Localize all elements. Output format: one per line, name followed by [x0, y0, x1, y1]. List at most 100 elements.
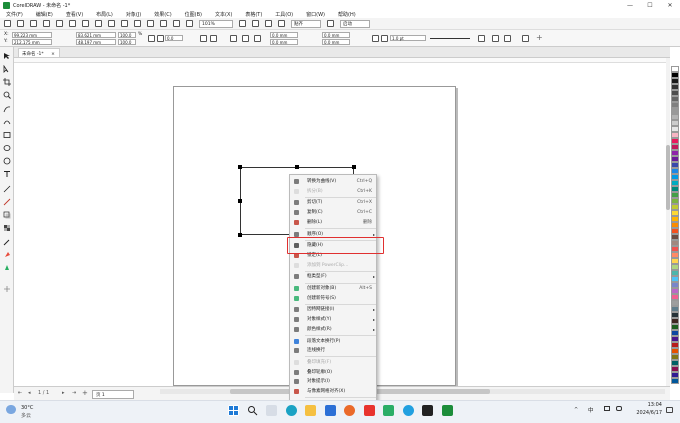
rectangle-tool-icon[interactable]: [3, 131, 11, 139]
network-icon[interactable]: [604, 406, 610, 411]
menu-file[interactable]: 文件(F): [6, 11, 23, 18]
export-icon[interactable]: [173, 20, 180, 27]
palette-swatch[interactable]: [671, 234, 679, 240]
palette-swatch[interactable]: [671, 228, 679, 234]
context-menu-item[interactable]: 与像素网格对齐(X): [290, 387, 376, 396]
palette-swatch[interactable]: [671, 360, 679, 366]
options-gear-icon[interactable]: [327, 20, 334, 27]
round-corner-icon[interactable]: [230, 35, 237, 42]
palette-swatch[interactable]: [671, 102, 679, 108]
page-nav-last-icon[interactable]: ⇥: [72, 390, 76, 396]
menu-layout[interactable]: 布局(L): [96, 11, 113, 18]
volume-icon[interactable]: [616, 406, 622, 411]
pick-tool-icon[interactable]: [3, 52, 11, 60]
palette-swatch[interactable]: [671, 66, 679, 72]
context-menu-item[interactable]: 叠印轮廓(O): [290, 368, 376, 377]
paste-icon[interactable]: [108, 20, 115, 27]
file-explorer-icon[interactable]: [305, 405, 316, 416]
page-tab[interactable]: 页 1: [92, 390, 134, 399]
weather-cloud-icon[interactable]: [6, 405, 16, 414]
palette-swatch[interactable]: [671, 108, 679, 114]
palette-swatch[interactable]: [671, 222, 679, 228]
clock-time[interactable]: 13:04: [626, 402, 662, 408]
menu-view[interactable]: 查看(V): [66, 11, 83, 18]
shape-tool-icon[interactable]: [3, 64, 11, 73]
context-menu-item[interactable]: 创建新对象(B) Alt+S: [290, 284, 376, 293]
close-button[interactable]: ✕: [660, 2, 680, 9]
context-menu-item[interactable]: 因特网链接(I) ▸: [290, 305, 376, 314]
add-icon[interactable]: +: [536, 33, 543, 42]
palette-swatch[interactable]: [671, 270, 679, 276]
coreldraw-taskbar-icon[interactable]: [442, 405, 453, 416]
menu-table[interactable]: 表格(T): [245, 11, 262, 18]
context-menu-item[interactable]: 创建新符号(S): [290, 294, 376, 303]
freehand-tool-icon[interactable]: [3, 105, 11, 113]
interactive-fill-icon[interactable]: [3, 251, 11, 259]
launch-select[interactable]: 启动: [340, 19, 370, 28]
palette-swatch[interactable]: [671, 150, 679, 156]
palette-swatch[interactable]: [671, 198, 679, 204]
open-folder-icon[interactable]: [17, 20, 24, 27]
full-screen-icon[interactable]: [239, 20, 246, 27]
store-icon[interactable]: [325, 405, 336, 416]
palette-swatch[interactable]: [671, 258, 679, 264]
context-menu-item[interactable]: 复制(C) Ctrl+C: [290, 208, 376, 217]
outline-width-select[interactable]: 1.0 pt: [390, 35, 426, 41]
pdf-export-icon[interactable]: [186, 20, 193, 27]
outline-pen-icon[interactable]: [381, 35, 388, 42]
palette-swatch[interactable]: [671, 318, 679, 324]
media-player-icon[interactable]: [403, 405, 414, 416]
palette-swatch[interactable]: [671, 162, 679, 168]
resize-handle-tl[interactable]: [238, 165, 242, 169]
wps-icon[interactable]: [364, 405, 375, 416]
width-field[interactable]: 83.621 mm: [76, 32, 116, 38]
guidelines-icon[interactable]: [278, 20, 285, 27]
new-document-icon[interactable]: [4, 20, 11, 27]
resize-handle-t[interactable]: [295, 165, 299, 169]
context-menu-item[interactable]: 对象提示(I): [290, 377, 376, 386]
input-language[interactable]: 中: [588, 406, 594, 414]
palette-swatch[interactable]: [671, 372, 679, 378]
menu-window[interactable]: 窗口(W): [306, 11, 325, 18]
firefox-icon[interactable]: [344, 405, 355, 416]
snap-to-select[interactable]: 贴齐: [291, 19, 321, 28]
drop-shadow-icon[interactable]: [3, 211, 11, 219]
scale-height-field[interactable]: 100.0: [118, 39, 136, 45]
palette-swatch[interactable]: [671, 252, 679, 258]
palette-swatch[interactable]: [671, 156, 679, 162]
palette-swatch[interactable]: [671, 306, 679, 312]
menu-help[interactable]: 帮助(H): [338, 11, 356, 18]
resize-handle-bl[interactable]: [238, 233, 242, 237]
page-nav-first-icon[interactable]: ⇤: [18, 390, 22, 396]
connector-tool-icon[interactable]: [3, 198, 11, 206]
palette-swatch[interactable]: [671, 300, 679, 306]
palette-swatch[interactable]: [671, 288, 679, 294]
menu-text[interactable]: 文本(X): [215, 11, 232, 18]
palette-swatch[interactable]: [671, 354, 679, 360]
palette-swatch[interactable]: [671, 168, 679, 174]
palette-swatch[interactable]: [671, 84, 679, 90]
mirror-vertical-icon[interactable]: [210, 35, 217, 42]
zoom-level-select[interactable]: 101%: [199, 19, 233, 28]
wrap-text-icon[interactable]: [372, 35, 379, 42]
cloud-download-icon[interactable]: [56, 20, 63, 27]
obs-icon[interactable]: [422, 405, 433, 416]
rotation-angle-field[interactable]: 0.0: [165, 35, 183, 41]
palette-swatch[interactable]: [671, 324, 679, 330]
palette-swatch[interactable]: [671, 204, 679, 210]
rulers-icon[interactable]: [252, 20, 259, 27]
add-tool-icon[interactable]: [3, 285, 11, 293]
task-view-icon[interactable]: [266, 405, 277, 416]
y-position-field[interactable]: 212.175 mm: [12, 39, 52, 45]
eyedropper-icon[interactable]: [3, 238, 11, 246]
resize-handle-l[interactable]: [238, 199, 242, 203]
palette-swatch[interactable]: [671, 120, 679, 126]
palette-swatch[interactable]: [671, 96, 679, 102]
palette-swatch[interactable]: [671, 132, 679, 138]
crop-tool-icon[interactable]: [3, 78, 11, 86]
weather-temp[interactable]: 30°C: [21, 405, 33, 411]
minimize-button[interactable]: —: [620, 2, 640, 9]
palette-swatch[interactable]: [671, 246, 679, 252]
redo-icon[interactable]: [134, 20, 141, 27]
polygon-tool-icon[interactable]: [3, 157, 11, 165]
